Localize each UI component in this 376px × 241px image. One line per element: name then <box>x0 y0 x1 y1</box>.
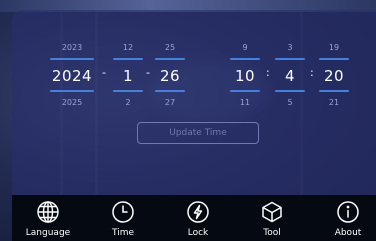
update-time-button[interactable]: Update Time <box>137 122 259 144</box>
nav-label-lock: Lock <box>187 228 209 238</box>
clock-icon <box>112 201 134 223</box>
year-prev[interactable]: 2023 <box>50 43 94 52</box>
nav-label-language: Language <box>25 228 71 238</box>
hour-prev[interactable]: 9 <box>223 43 267 52</box>
time-settings-screen: 2023 2024 2025 - 12 1 2 - 25 26 27 9 10 … <box>0 0 376 241</box>
nav-item-time[interactable]: Time <box>93 195 153 241</box>
second-prev[interactable]: 19 <box>312 43 356 52</box>
hour-next[interactable]: 11 <box>223 98 267 107</box>
year-line-bottom <box>50 90 94 92</box>
second-line-bottom <box>319 90 349 92</box>
month-value[interactable]: 1 <box>108 67 148 85</box>
year-next[interactable]: 2025 <box>50 98 94 107</box>
hour-value[interactable]: 10 <box>225 67 265 85</box>
hour-line-top <box>230 58 260 60</box>
second-next[interactable]: 21 <box>312 98 356 107</box>
hour-line-bottom <box>230 90 260 92</box>
bottom-nav: Language Time Lock Tool About <box>12 195 376 241</box>
month-next[interactable]: 2 <box>106 98 150 107</box>
nav-item-lock[interactable]: Lock <box>168 195 228 241</box>
minute-next[interactable]: 5 <box>268 98 312 107</box>
nav-label-tool: Tool <box>263 228 281 238</box>
minute-prev[interactable]: 3 <box>268 43 312 52</box>
date-separator: - <box>102 66 106 79</box>
datetime-panel: 2023 2024 2025 - 12 1 2 - 25 26 27 9 10 … <box>12 10 376 195</box>
nav-item-tool[interactable]: Tool <box>242 195 302 241</box>
day-value[interactable]: 26 <box>150 67 190 85</box>
month-prev[interactable]: 12 <box>106 43 150 52</box>
nav-item-language[interactable]: Language <box>18 195 78 241</box>
second-line-top <box>319 58 349 60</box>
second-value[interactable]: 20 <box>314 67 354 85</box>
minute-line-bottom <box>275 90 305 92</box>
nav-label-about: About <box>334 228 362 238</box>
nav-label-time: Time <box>111 228 135 238</box>
day-next[interactable]: 27 <box>148 98 192 107</box>
month-line-bottom <box>113 90 143 92</box>
year-line-top <box>50 58 94 60</box>
minute-value[interactable]: 4 <box>270 67 310 85</box>
day-line-bottom <box>155 90 185 92</box>
globe-icon <box>37 201 59 223</box>
day-prev[interactable]: 25 <box>148 43 192 52</box>
nav-item-about[interactable]: About <box>318 195 376 241</box>
minute-line-top <box>275 58 305 60</box>
cube-icon <box>262 201 282 223</box>
info-icon <box>337 201 359 223</box>
year-value[interactable]: 2024 <box>48 67 96 85</box>
lock-bolt-icon <box>187 201 209 223</box>
month-line-top <box>113 58 143 60</box>
day-line-top <box>155 58 185 60</box>
